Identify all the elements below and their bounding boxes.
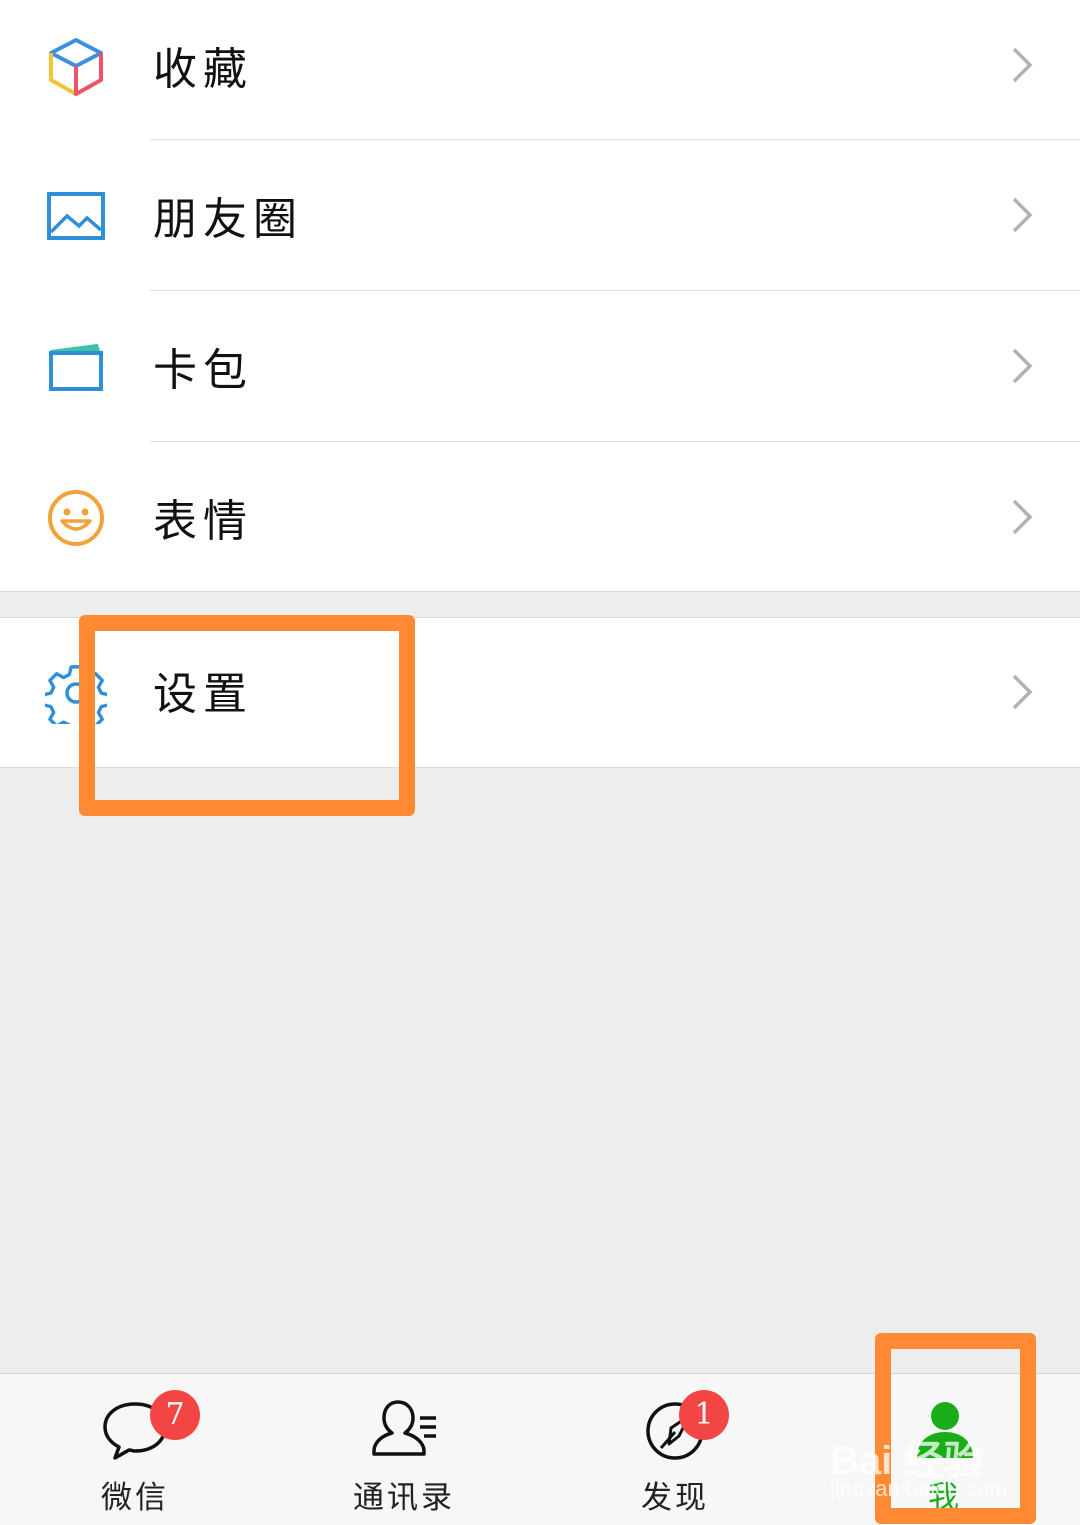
sticker-smiley-icon [48,490,104,546]
gear-icon [45,665,107,724]
menu-item-moments[interactable]: 朋友圈 [0,140,1080,290]
menu-group-settings: 设置 [0,617,1080,768]
card-wallet-icon [49,343,103,391]
me-person-icon [917,1402,973,1458]
chevron-right-icon [1012,197,1033,233]
unread-badge: 7 [150,1390,200,1440]
tab-discover[interactable]: 1 发现 [595,1374,755,1525]
tab-label: 发现 [641,1480,709,1516]
menu-item-label: 卡包 [153,345,253,396]
tab-contacts[interactable]: 通讯录 [324,1374,484,1525]
tab-label: 微信 [101,1480,169,1516]
chevron-right-icon [1012,348,1033,384]
menu-item-label: 设置 [153,669,253,720]
tab-label: 通讯录 [353,1480,455,1516]
menu-item-stickers[interactable]: 表情 [0,442,1080,592]
menu-item-settings[interactable]: 设置 [0,618,1080,767]
menu-group-main: 收藏 朋友圈 卡包 表情 [0,0,1080,592]
favorites-cube-icon [49,38,103,96]
chevron-right-icon [1012,47,1033,83]
bottom-tab-bar: 7 微信 通讯录 1 发现 我 [0,1373,1080,1525]
chevron-right-icon [1012,499,1033,535]
tab-label: 我 [928,1480,962,1516]
menu-item-favorites[interactable]: 收藏 [0,0,1080,150]
menu-item-card-wallet[interactable]: 卡包 [0,291,1080,441]
contacts-icon [372,1400,436,1456]
chevron-right-icon [1012,674,1033,710]
tab-me[interactable]: 我 [865,1374,1025,1525]
menu-item-label: 收藏 [153,44,253,95]
menu-item-label: 表情 [153,496,253,547]
tab-chats[interactable]: 7 微信 [55,1374,215,1525]
menu-item-label: 朋友圈 [153,194,303,245]
moments-picture-icon [47,192,105,240]
unread-badge: 1 [679,1390,729,1440]
